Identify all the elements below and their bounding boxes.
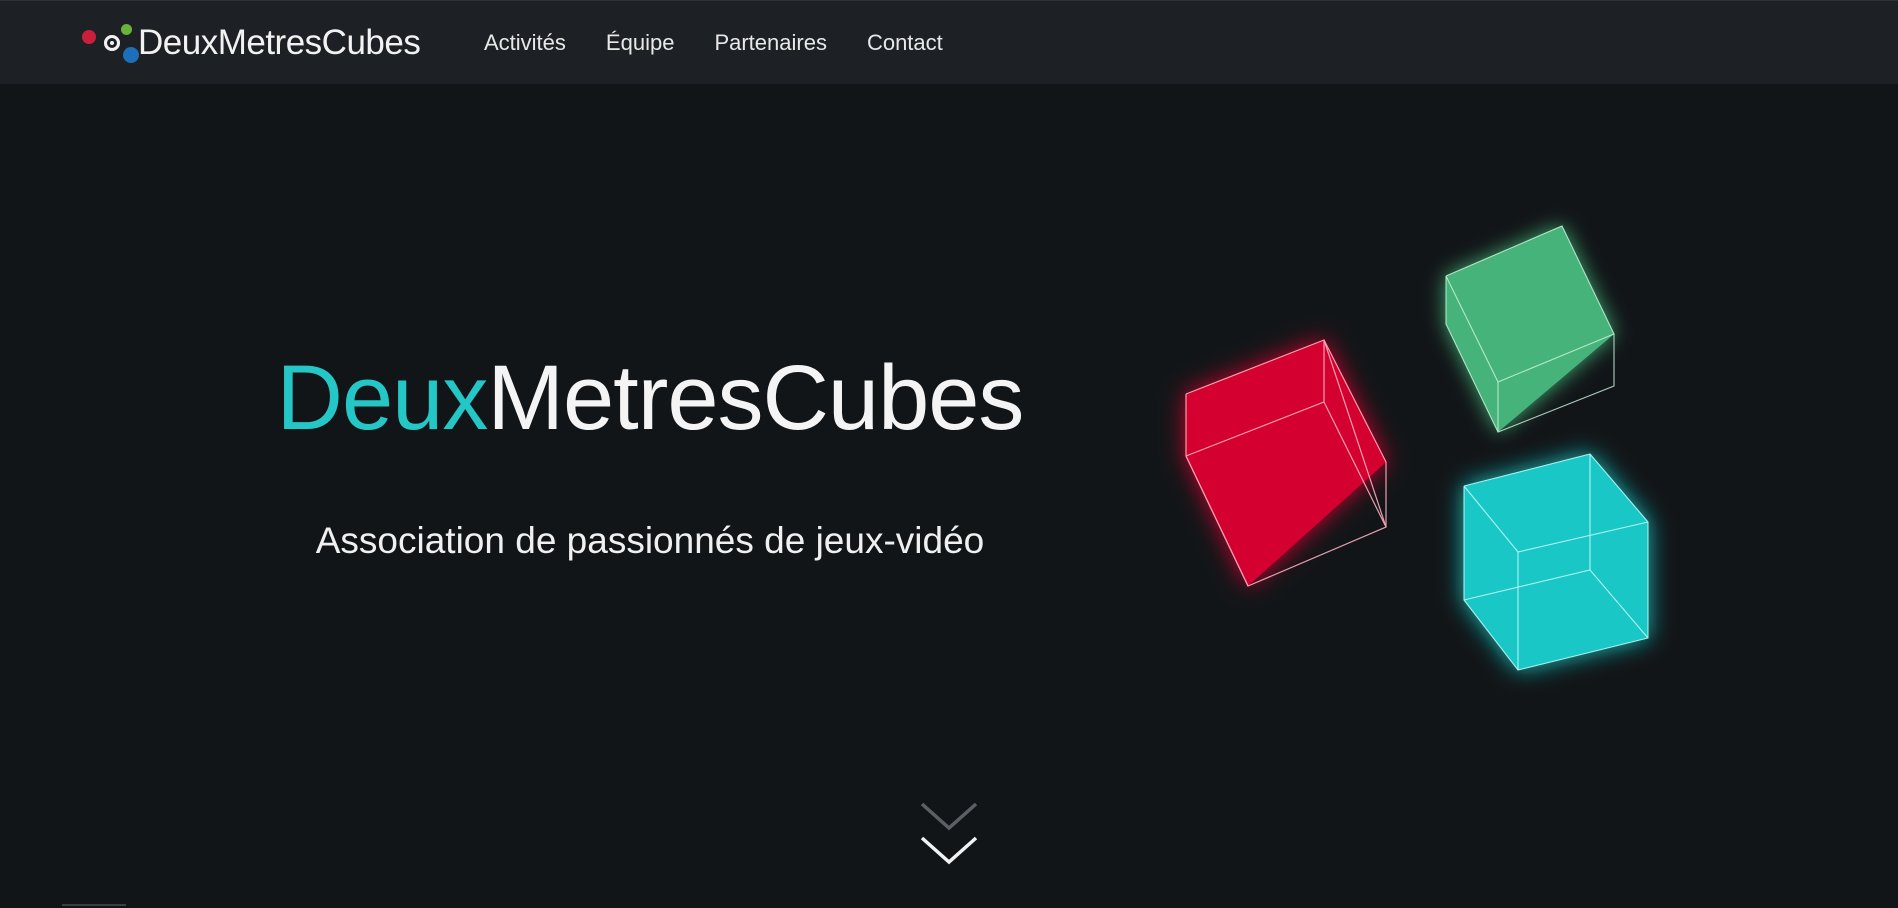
hero-subtitle: Association de passionnés de jeux-vidéo — [315, 520, 985, 561]
logo-blue-dot — [123, 47, 139, 63]
green-cube — [1445, 225, 1615, 433]
red-cube — [1185, 339, 1387, 587]
brand-name: DeuxMetresCubes — [138, 23, 421, 62]
cyan-cube — [1463, 453, 1649, 671]
divider — [62, 904, 126, 906]
nav-link-partenaires[interactable]: Partenaires — [714, 30, 827, 56]
nav-link-contact[interactable]: Contact — [867, 30, 943, 56]
logo-target-dot — [104, 35, 120, 51]
logo-dots-icon — [80, 21, 142, 65]
brand-link[interactable]: DeuxMetresCubes — [80, 21, 421, 65]
nav-link-activites[interactable]: Activités — [484, 30, 566, 56]
hero-title-main: MetresCubes — [487, 347, 1024, 449]
hero-title: DeuxMetresCubes — [270, 352, 1030, 444]
nav-link-equipe[interactable]: Équipe — [606, 30, 675, 56]
logo-green-dot — [121, 24, 132, 35]
glowing-cubes-illustration — [1185, 225, 1649, 671]
chevron-down-icon[interactable] — [918, 800, 980, 874]
nav-links: Activités Équipe Partenaires Contact — [484, 1, 983, 85]
navbar: DeuxMetresCubes Activités Équipe Partena… — [0, 0, 1898, 84]
hero-title-accent: Deux — [276, 347, 489, 449]
logo-red-dot — [82, 30, 96, 44]
